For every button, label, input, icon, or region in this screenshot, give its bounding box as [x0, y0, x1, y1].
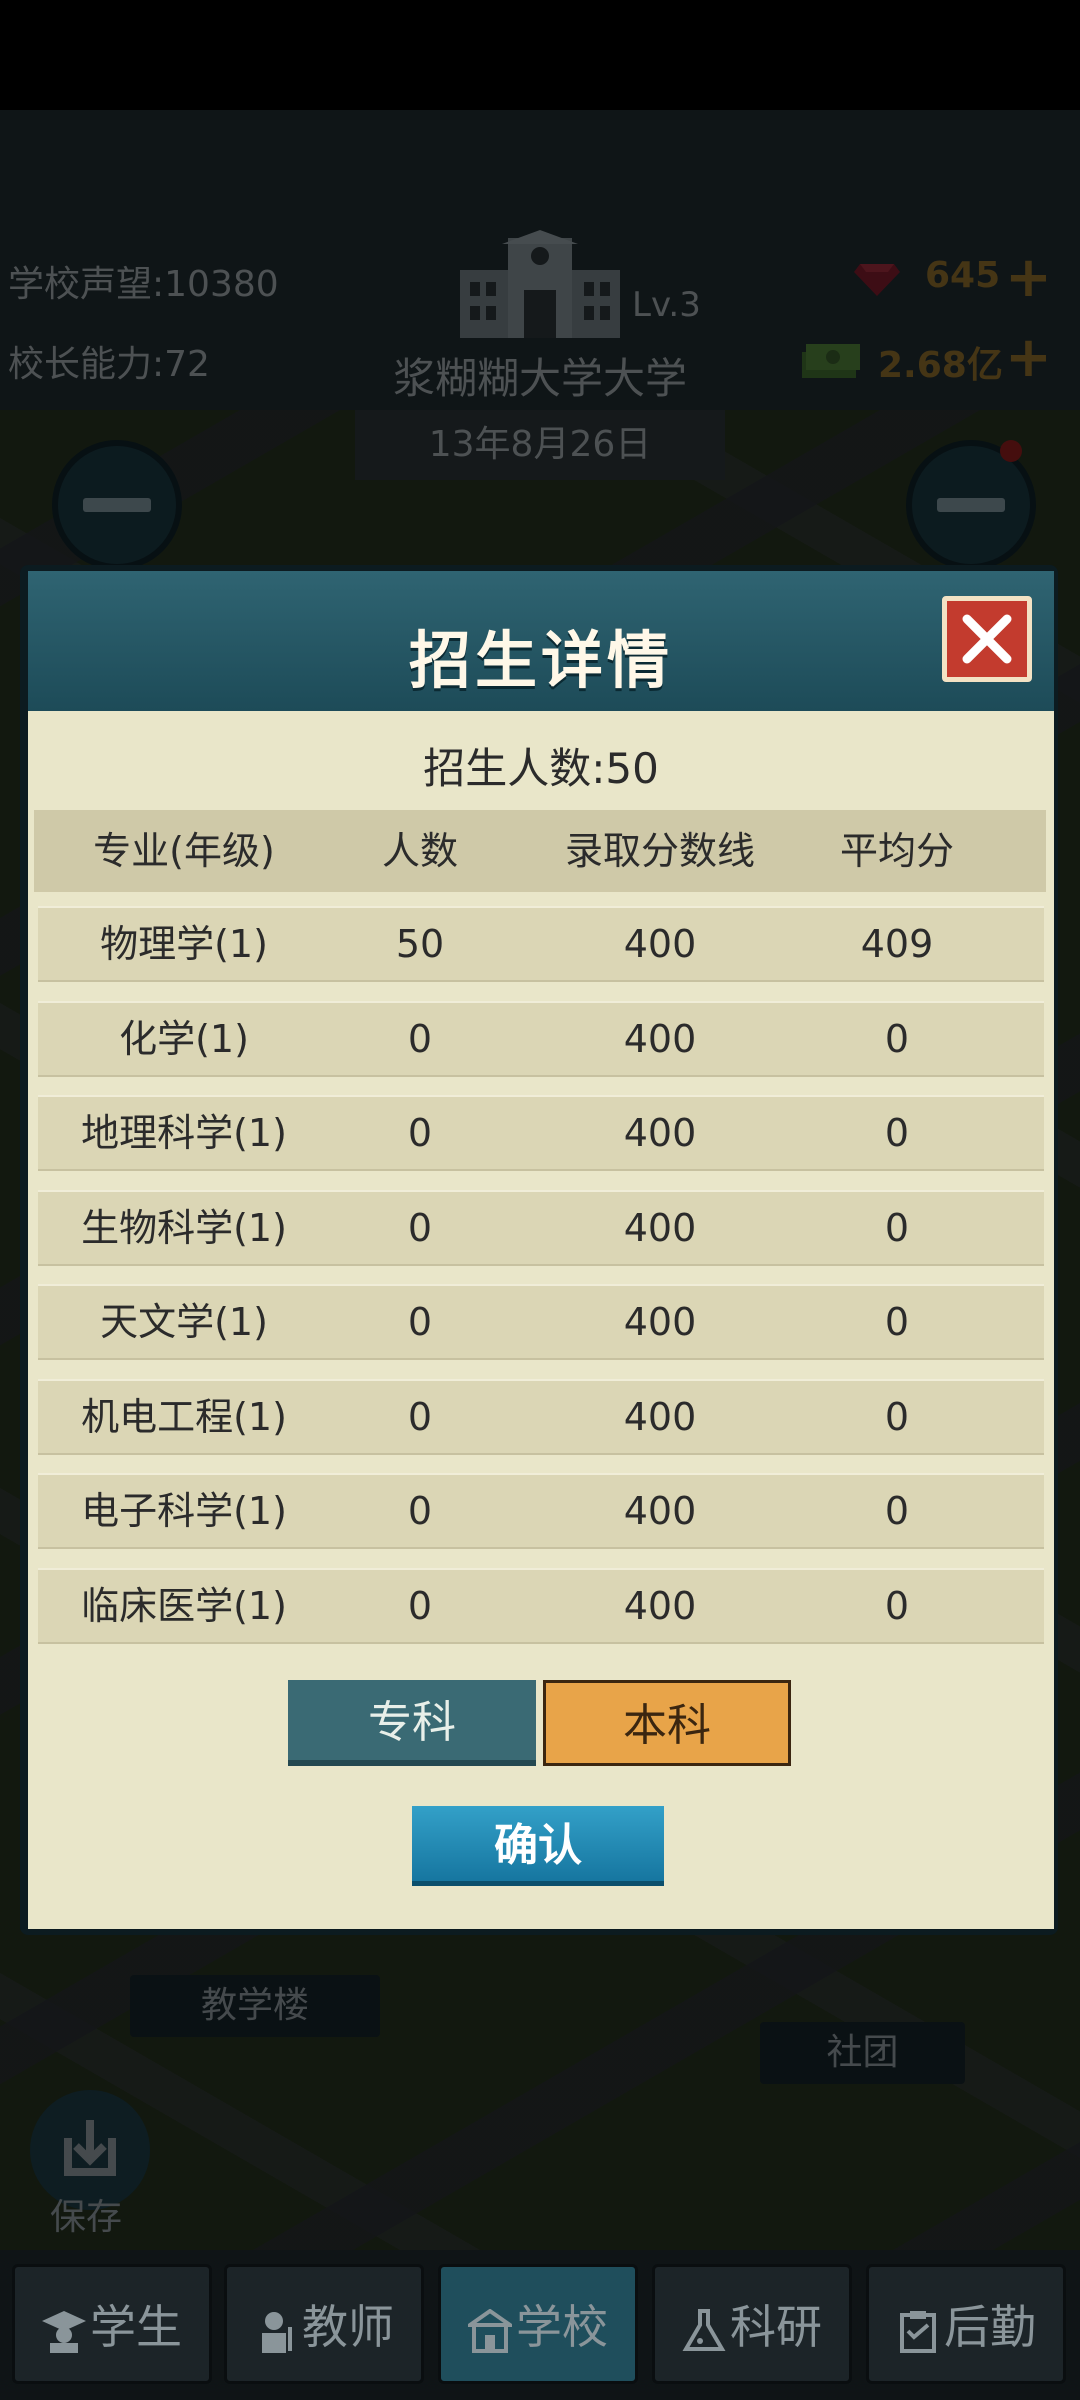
teacher-icon [262, 2311, 292, 2353]
cutoff-score: 400 [623, 1111, 697, 1155]
nav-label: 科研 [730, 2300, 822, 2354]
major-name: 化学(1) [119, 1017, 249, 1061]
student-count: 0 [407, 1300, 433, 1344]
cutoff-score: 400 [623, 1395, 697, 1439]
close-button[interactable] [942, 596, 1032, 682]
student-count: 0 [407, 1395, 433, 1439]
nav-label: 后勤 [944, 2300, 1036, 2354]
confirm-button[interactable]: 确认 [412, 1806, 664, 1886]
flask-icon [682, 2308, 726, 2351]
nav-teachers[interactable]: 教师 [224, 2264, 424, 2384]
cutoff-score: 400 [623, 1017, 697, 1061]
student-count: 0 [407, 1584, 433, 1628]
major-name: 生物科学(1) [81, 1206, 287, 1250]
status-bar [0, 0, 1080, 110]
average-score: 0 [884, 1584, 910, 1628]
nav-school[interactable]: 学校 [438, 2264, 638, 2384]
student-count: 50 [395, 922, 445, 966]
close-icon [962, 614, 1012, 664]
average-score: 0 [884, 1395, 910, 1439]
cutoff-score: 400 [623, 1584, 697, 1628]
cutoff-score: 400 [623, 1489, 697, 1533]
school-icon [463, 2308, 517, 2353]
average-score: 409 [860, 922, 934, 966]
enrollment-value: 50 [605, 744, 659, 793]
graduate-icon [42, 2310, 86, 2353]
average-score: 0 [884, 1300, 910, 1344]
average-score: 0 [884, 1206, 910, 1250]
nav-label: 学校 [516, 2300, 608, 2354]
enrollment-count: 招生人数:50 [28, 735, 1054, 796]
average-score: 0 [884, 1017, 910, 1061]
student-count: 0 [407, 1489, 433, 1533]
nav-label: 教师 [302, 2300, 394, 2354]
major-name: 天文学(1) [100, 1300, 268, 1344]
column-header-cutoff: 录取分数线 [564, 829, 755, 873]
enrollment-label: 招生人数: [423, 744, 606, 793]
major-name: 物理学(1) [100, 922, 268, 966]
major-name: 电子科学(1) [81, 1489, 287, 1533]
nav-logistics[interactable]: 后勤 [866, 2264, 1066, 2384]
student-count: 0 [407, 1206, 433, 1250]
modal-title: 招生详情 [408, 624, 673, 697]
benke-button[interactable]: 本科 [543, 1680, 791, 1766]
average-score: 0 [884, 1111, 910, 1155]
nav-students[interactable]: 学生 [12, 2264, 212, 2384]
clipboard-icon [900, 2310, 936, 2353]
major-name: 机电工程(1) [81, 1395, 287, 1439]
column-header-count: 人数 [381, 829, 458, 873]
major-name: 临床医学(1) [81, 1584, 287, 1628]
cutoff-score: 400 [623, 1206, 697, 1250]
major-name: 地理科学(1) [81, 1111, 287, 1155]
cutoff-score: 400 [623, 922, 697, 966]
cutoff-score: 400 [623, 1300, 697, 1344]
column-header-major: 专业(年级) [93, 829, 275, 873]
zhuanke-button[interactable]: 专科 [288, 1680, 536, 1766]
average-score: 0 [884, 1489, 910, 1533]
student-count: 0 [407, 1111, 433, 1155]
column-header-average: 平均分 [839, 829, 954, 873]
nav-research[interactable]: 科研 [652, 2264, 852, 2384]
nav-label: 学生 [90, 2300, 182, 2354]
student-count: 0 [407, 1017, 433, 1061]
